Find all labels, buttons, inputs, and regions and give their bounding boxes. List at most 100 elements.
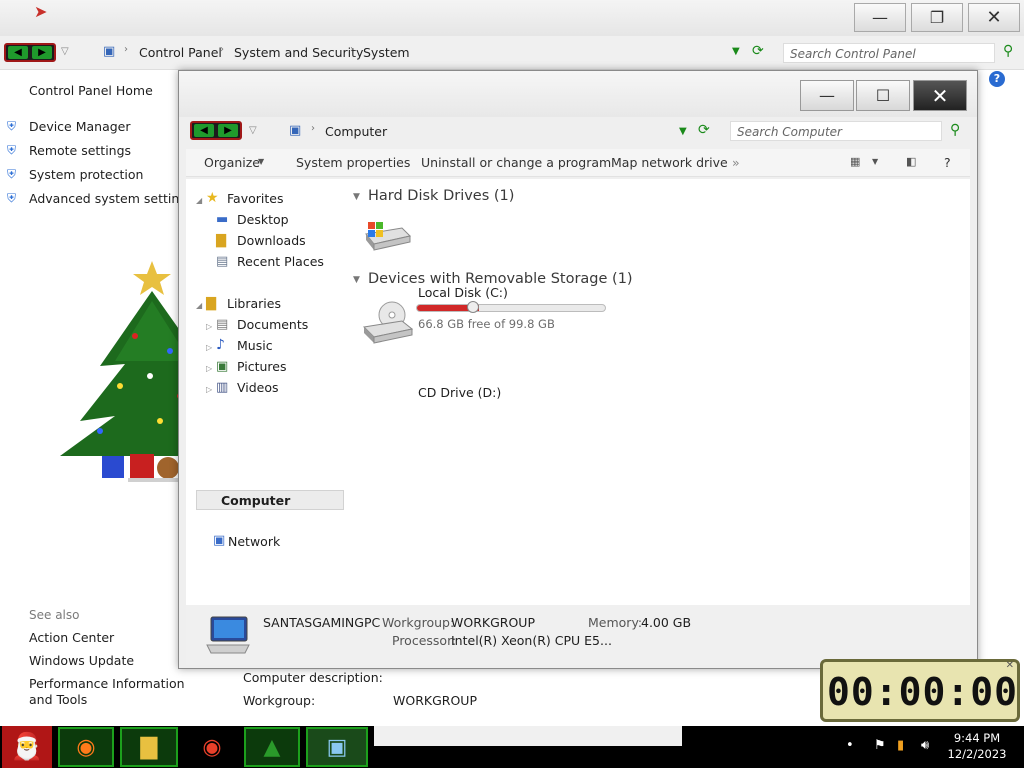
performance-information-link[interactable]: Performance Information and Tools (29, 676, 194, 708)
start-button[interactable]: 🎅 (2, 726, 52, 768)
uninstall-program-button[interactable]: Uninstall or change a program (421, 155, 611, 170)
device-manager-link[interactable]: Device Manager (29, 119, 131, 134)
advanced-system-settings-link[interactable]: Advanced system settings (29, 191, 194, 206)
minimize-button[interactable]: — (800, 80, 854, 111)
desktop-icon: ▬ (216, 212, 229, 227)
control-panel-taskbar-button[interactable]: ▣ (306, 727, 368, 767)
clock-gadget[interactable]: ✕ 00:00:00 (820, 659, 1020, 722)
see-also-heading: See also (29, 608, 80, 622)
breadcrumb-system[interactable]: System (363, 45, 410, 60)
santa-icon: 🎅 (10, 732, 44, 762)
expand-arrow-icon[interactable]: ▷ (206, 343, 212, 352)
cd-drive-icon[interactable] (362, 299, 414, 345)
group-collapse-icon[interactable]: ▼ (353, 275, 360, 285)
firefox-taskbar-button[interactable]: ◉ (58, 727, 114, 767)
show-hidden-icon[interactable]: • (846, 738, 854, 753)
collapse-arrow-icon[interactable]: ◢ (196, 196, 202, 205)
computer-icon: ▣ (289, 123, 302, 138)
breadcrumb-computer[interactable]: Computer (325, 124, 387, 139)
local-disk-name[interactable]: Local Disk (C:) (418, 285, 508, 300)
nav-favorites[interactable]: Favorites (227, 191, 283, 206)
folder-icon: ▇ (140, 734, 158, 760)
history-dropdown-icon[interactable]: ▽ (249, 125, 257, 136)
search-icon[interactable]: ⚲ (1003, 43, 1013, 59)
computer-search-input[interactable]: Search Computer (730, 121, 942, 141)
network-tray-icon[interactable]: ▮ (897, 738, 904, 753)
address-dropdown-icon[interactable]: ▼ (679, 126, 687, 137)
windows-update-link[interactable]: Windows Update (29, 653, 134, 668)
system-protection-link[interactable]: System protection (29, 167, 143, 182)
forward-arrow-icon[interactable]: ▶ (218, 124, 238, 137)
tray-time: 9:44 PM (953, 731, 1001, 745)
breadcrumb-control-panel[interactable]: Control Panel (139, 45, 222, 60)
control-panel-titlebar: ➤ — ❐ ✕ (0, 0, 1024, 36)
back-forward-buttons[interactable]: ◀ ▶ (190, 121, 242, 140)
control-panel-icon: ▣ (103, 44, 116, 59)
map-network-drive-button[interactable]: Map network drive (611, 155, 728, 170)
close-button[interactable]: ✕ (968, 3, 1020, 32)
expand-arrow-icon[interactable]: ▷ (206, 385, 212, 394)
back-arrow-icon[interactable]: ◀ (194, 124, 214, 137)
dropdown-arrow-icon[interactable]: ▼ (258, 157, 264, 166)
nav-pictures[interactable]: Pictures (237, 359, 287, 374)
workgroup-label: Workgroup: (382, 615, 455, 630)
view-dropdown-icon[interactable]: ▼ (872, 157, 878, 166)
preview-pane-icon[interactable]: ◧ (906, 155, 916, 168)
close-button[interactable]: ✕ (913, 80, 967, 111)
refresh-icon[interactable]: ⟳ (698, 122, 710, 138)
crumb-separator-icon: › (350, 44, 354, 55)
minimize-button[interactable]: — (854, 3, 906, 32)
expand-arrow-icon[interactable]: ▷ (206, 322, 212, 331)
help-icon[interactable]: ? (989, 71, 1005, 87)
organize-menu[interactable]: Organize (204, 155, 260, 170)
remote-settings-link[interactable]: Remote settings (29, 143, 131, 158)
tray-clock[interactable]: 9:44 PM 12/2/2023 (946, 730, 1008, 762)
shield-icon: ⛨ (7, 143, 17, 157)
hard-disk-icon[interactable] (362, 220, 412, 254)
group-collapse-icon[interactable]: ▼ (353, 192, 360, 202)
crumb-separator-icon: › (220, 44, 224, 55)
nav-libraries[interactable]: Libraries (227, 296, 281, 311)
nav-documents[interactable]: Documents (237, 317, 308, 332)
maximize-button[interactable]: ☐ (856, 80, 910, 111)
system-properties-button[interactable]: System properties (296, 155, 410, 170)
breadcrumb-system-and-security[interactable]: System and Security (234, 45, 363, 60)
nav-music[interactable]: Music (237, 338, 273, 353)
action-center-flag-icon[interactable]: ⚑ (874, 738, 886, 753)
nav-recent-places[interactable]: Recent Places (237, 254, 324, 269)
back-forward-buttons[interactable]: ◀ ▶ (4, 43, 56, 62)
refresh-icon[interactable]: ⟳ (752, 43, 764, 59)
nav-videos[interactable]: Videos (237, 380, 279, 395)
libraries-icon: ▇ (206, 296, 216, 311)
disk-usage-bar (416, 304, 606, 312)
removable-storage-header[interactable]: Devices with Removable Storage (1) (368, 271, 633, 287)
tree-taskbar-button[interactable]: ▲ (244, 727, 300, 767)
disk-usage-marker (467, 301, 479, 313)
hard-disk-drives-header[interactable]: Hard Disk Drives (1) (368, 188, 514, 204)
search-icon[interactable]: ⚲ (950, 122, 960, 138)
restore-button[interactable]: ❐ (911, 3, 963, 32)
forward-arrow-icon[interactable]: ▶ (32, 46, 52, 59)
volume-icon[interactable]: 🔊︎ (921, 738, 929, 753)
change-view-icon[interactable]: ▦ (850, 155, 860, 168)
nav-desktop[interactable]: Desktop (237, 212, 289, 227)
more-commands-button[interactable]: » (732, 155, 740, 170)
history-dropdown-icon[interactable]: ▽ (61, 46, 69, 57)
taskbar: 🎅 ◉ ▇ ◉ ▲ ▣ • ⚑ ▮ 🔊︎ 9:44 PM 12/2/2023 (0, 726, 1024, 768)
help-button[interactable]: ? (944, 155, 951, 170)
nav-computer[interactable]: Computer (221, 493, 290, 508)
action-center-link[interactable]: Action Center (29, 630, 114, 645)
cd-drive-name[interactable]: CD Drive (D:) (418, 385, 501, 400)
expand-arrow-icon[interactable]: ▷ (206, 364, 212, 373)
back-arrow-icon[interactable]: ◀ (8, 46, 28, 59)
chrome-taskbar-button[interactable]: ◉ (184, 727, 240, 767)
control-panel-home-link[interactable]: Control Panel Home (29, 83, 153, 98)
nav-downloads[interactable]: Downloads (237, 233, 306, 248)
computer-window-titlebar[interactable]: — ☐ ✕ (179, 71, 977, 117)
computer-description-label: Computer description: (243, 670, 383, 685)
address-dropdown-icon[interactable]: ▼ (732, 46, 740, 57)
nav-network[interactable]: Network (228, 534, 280, 549)
explorer-taskbar-button[interactable]: ▇ (120, 727, 178, 767)
collapse-arrow-icon[interactable]: ◢ (196, 301, 202, 310)
control-panel-search-input[interactable]: Search Control Panel (783, 43, 995, 63)
